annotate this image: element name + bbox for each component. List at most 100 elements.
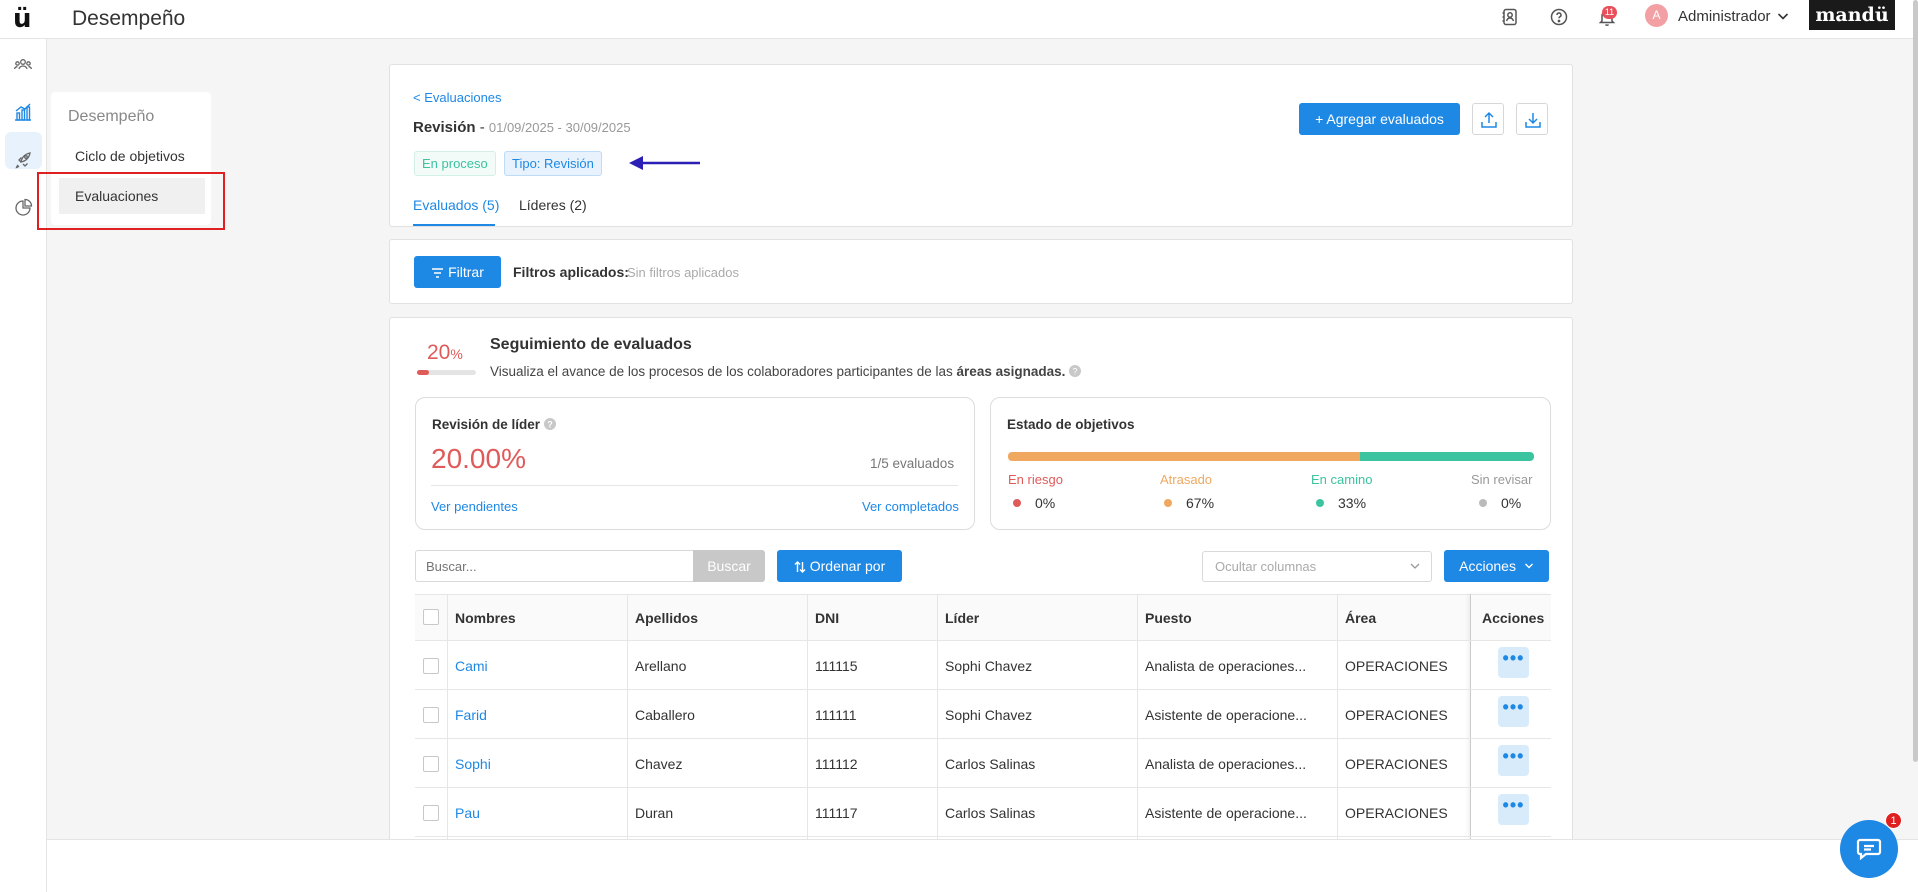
row-more-button[interactable]: •••	[1498, 794, 1529, 825]
chat-badge: 1	[1885, 812, 1902, 829]
row-apellido: Caballero	[635, 707, 695, 723]
tab-lideres[interactable]: Líderes (2)	[519, 197, 587, 213]
applied-filters-value: Sin filtros aplicados	[627, 265, 739, 280]
users-icon[interactable]	[13, 55, 33, 75]
pie-chart-icon[interactable]	[13, 198, 33, 218]
column-header-acciones: Acciones	[1482, 610, 1545, 626]
tracking-title: Seguimiento de evaluados	[490, 336, 692, 353]
row-dni: 111117	[815, 805, 858, 821]
chevron-down-icon	[1409, 560, 1421, 572]
legend-sin-revisar-value: 0%	[1501, 495, 1522, 511]
row-checkbox[interactable]	[423, 805, 439, 821]
user-name[interactable]: Administrador	[1678, 8, 1771, 25]
search-button[interactable]: Buscar	[693, 550, 765, 582]
row-name-link[interactable]: Farid	[455, 707, 487, 723]
filter-button[interactable]: Filtrar	[414, 256, 501, 288]
submenu-item-ciclo-de-objetivos[interactable]: Ciclo de objetivos	[59, 138, 205, 174]
submenu-title: Desempeño	[68, 108, 155, 125]
objectives-bar-atrasado	[1008, 452, 1361, 461]
row-lider: Sophi Chavez	[945, 658, 1033, 674]
objectives-state-title: Estado de objetivos	[1007, 417, 1135, 432]
chevron-down-icon[interactable]	[1776, 9, 1790, 23]
help-icon[interactable]	[1549, 7, 1569, 27]
info-icon[interactable]: ?	[543, 418, 556, 430]
upload-button[interactable]	[1472, 103, 1504, 135]
tab-evaluados[interactable]: Evaluados (5)	[413, 197, 499, 213]
view-completed-link[interactable]: Ver completados	[862, 499, 959, 514]
select-all-checkbox[interactable]	[423, 609, 439, 625]
highlight-box	[37, 172, 225, 230]
left-rail: »	[0, 39, 47, 892]
row-lider: Carlos Salinas	[945, 805, 1036, 821]
column-header-apellidos[interactable]: Apellidos	[635, 610, 698, 626]
evaluation-title: Revisión	[413, 119, 476, 136]
evaluation-title-row: Revisión - 01/09/2025 - 30/09/2025	[413, 119, 631, 136]
leader-review-title: Revisión de líder	[432, 417, 541, 432]
legend-sin-revisar: 0%	[1479, 495, 1521, 511]
title-separator: -	[479, 119, 485, 136]
row-checkbox[interactable]	[423, 707, 439, 723]
legend-atrasado-value: 67%	[1186, 495, 1215, 511]
row-checkbox[interactable]	[423, 756, 439, 772]
sort-button-label: Ordenar por	[809, 558, 886, 574]
svg-text:?: ?	[1073, 366, 1078, 376]
column-header-area[interactable]: Área	[1345, 610, 1376, 626]
column-header-dni[interactable]: DNI	[815, 610, 839, 626]
tracking-progress-bar	[417, 370, 476, 375]
row-apellido: Chavez	[635, 756, 683, 772]
row-more-button[interactable]: •••	[1498, 696, 1529, 727]
row-name-link[interactable]: Sophi	[455, 756, 491, 772]
hide-columns-placeholder: Ocultar columnas	[1215, 559, 1317, 574]
view-pending-link[interactable]: Ver pendientes	[431, 499, 518, 514]
chart-bar-icon[interactable]	[13, 102, 33, 122]
row-checkbox[interactable]	[423, 658, 439, 674]
contacts-icon[interactable]	[1500, 7, 1520, 27]
row-name-link[interactable]: Cami	[455, 658, 488, 674]
legend-en-camino-value: 33%	[1338, 495, 1367, 511]
chat-button[interactable]	[1840, 820, 1898, 878]
actions-button[interactable]: Acciones	[1444, 550, 1549, 582]
row-apellido: Arellano	[635, 658, 687, 674]
hide-columns-select[interactable]: Ocultar columnas	[1202, 551, 1432, 582]
column-header-puesto[interactable]: Puesto	[1145, 610, 1192, 626]
row-dni: 111111	[815, 707, 857, 723]
legend-en-riesgo-label: En riesgo	[1008, 472, 1063, 487]
legend-en-camino-label: En camino	[1311, 472, 1373, 487]
chevron-down-icon	[1524, 561, 1534, 571]
rocket-icon[interactable]	[13, 150, 33, 170]
actions-button-label: Acciones	[1459, 558, 1516, 574]
status-dot	[1164, 499, 1172, 507]
filter-icon	[431, 267, 444, 279]
chat-icon	[1856, 837, 1882, 861]
applied-filters-label: Filtros aplicados:	[513, 264, 629, 280]
info-icon[interactable]: ?	[1069, 365, 1082, 377]
divider	[431, 485, 958, 486]
column-header-nombres[interactable]: Nombres	[455, 610, 516, 626]
tracking-description-row: Visualiza el avance de los procesos de l…	[490, 364, 1082, 379]
avatar[interactable]: A	[1645, 4, 1668, 27]
back-link[interactable]: < Evaluaciones	[413, 90, 502, 105]
row-more-button[interactable]: •••	[1498, 647, 1529, 678]
row-name-link[interactable]: Pau	[455, 805, 480, 821]
upload-icon	[1479, 110, 1499, 130]
bottom-bar	[47, 839, 1918, 892]
download-button[interactable]	[1516, 103, 1548, 135]
legend-en-riesgo: 0%	[1013, 495, 1055, 511]
row-area: OPERACIONES	[1345, 707, 1448, 723]
row-lider: Sophi Chavez	[945, 707, 1033, 723]
download-icon	[1523, 110, 1543, 130]
search-input[interactable]	[415, 550, 693, 582]
status-badge: En proceso	[414, 151, 496, 176]
scrollbar-thumb[interactable]	[1913, 0, 1918, 762]
row-area: OPERACIONES	[1345, 756, 1448, 772]
row-dni: 111112	[815, 756, 858, 772]
add-evaluees-button[interactable]: + Agregar evaluados	[1299, 103, 1460, 135]
row-more-button[interactable]: •••	[1498, 745, 1529, 776]
sort-button[interactable]: Ordenar por	[777, 550, 902, 582]
brand-logo: mandü	[1809, 0, 1895, 30]
page-title: Desempeño	[72, 7, 186, 30]
annotation-arrow-icon	[628, 154, 702, 172]
app-logo[interactable]: ü	[13, 4, 31, 34]
tracking-description: Visualiza el avance de los procesos de l…	[490, 364, 953, 379]
column-header-lider[interactable]: Líder	[945, 610, 979, 626]
